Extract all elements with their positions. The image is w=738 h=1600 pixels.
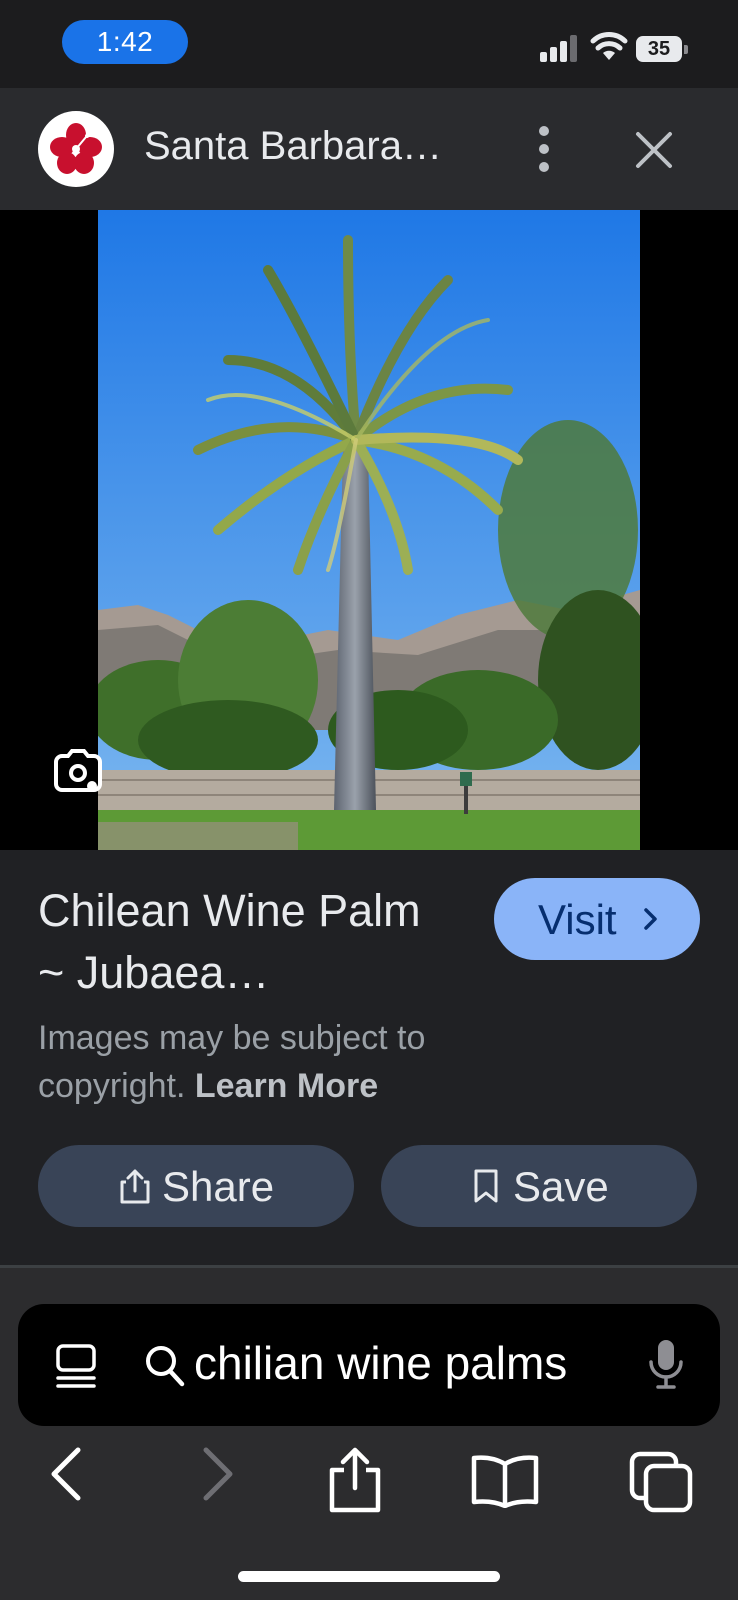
search-icon (146, 1346, 185, 1387)
copyright-notice: Images may be subject to copyright. Lear… (38, 1014, 508, 1110)
page-menu-icon[interactable] (54, 1342, 98, 1390)
microphone-icon[interactable] (648, 1338, 684, 1390)
visit-label: Visit (538, 896, 617, 943)
image-viewer (0, 210, 738, 850)
forward-icon[interactable] (198, 1446, 238, 1502)
site-title[interactable]: Santa Barbara… (144, 124, 442, 169)
close-icon[interactable] (634, 130, 674, 170)
home-indicator[interactable] (238, 1571, 500, 1582)
visit-button[interactable]: Visit (494, 878, 700, 960)
cellular-signal-icon (540, 35, 577, 62)
save-label: Save (513, 1163, 609, 1210)
result-header: Santa Barbara… (0, 88, 738, 210)
address-bar[interactable]: chilian wine palms (18, 1304, 720, 1426)
save-button[interactable]: Save (381, 1145, 697, 1227)
share-icon (120, 1169, 150, 1204)
battery-level: 35 (636, 36, 682, 62)
status-time[interactable]: 1:42 (62, 20, 188, 64)
search-query[interactable]: chilian wine palms (194, 1336, 567, 1390)
palm-tree-photo[interactable] (98, 210, 640, 850)
status-bar: 1:42 35 (0, 0, 738, 88)
learn-more-link[interactable]: Learn More (195, 1067, 378, 1105)
share-button[interactable]: Share (38, 1145, 354, 1227)
tabs-icon[interactable] (628, 1450, 694, 1514)
wifi-icon (590, 32, 628, 60)
bookmark-icon (474, 1169, 498, 1203)
chevron-right-icon (644, 908, 657, 930)
result-title[interactable]: Chilean Wine Palm ~ Jubaea… (38, 880, 458, 1004)
lens-icon[interactable] (52, 746, 104, 796)
result-info-panel: Chilean Wine Palm ~ Jubaea… Visit Images… (0, 850, 738, 1268)
battery-icon: 35 (636, 36, 688, 62)
browser-toolbar: chilian wine palms (0, 1268, 738, 1600)
share-page-icon[interactable] (326, 1444, 384, 1514)
more-options-icon[interactable] (528, 124, 560, 174)
share-label: Share (162, 1163, 275, 1210)
back-icon[interactable] (46, 1446, 86, 1502)
bookmarks-icon[interactable] (470, 1452, 540, 1508)
hibiscus-logo-icon (38, 111, 114, 187)
